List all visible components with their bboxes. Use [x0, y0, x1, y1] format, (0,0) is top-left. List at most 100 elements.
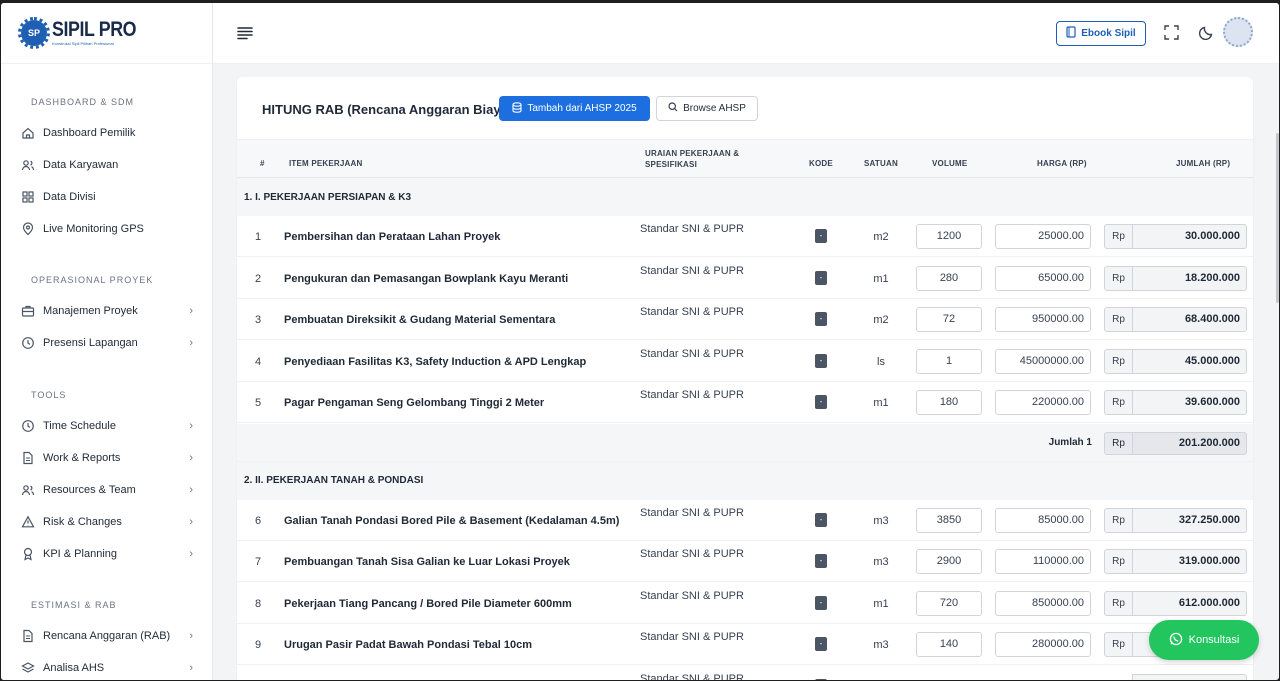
book-icon: [1066, 26, 1076, 41]
fullscreen-icon[interactable]: [1164, 25, 1179, 43]
table-row: 5 Pagar Pengaman Seng Gelombang Tinggi 2 …: [237, 382, 1253, 423]
volume-input[interactable]: 280: [916, 265, 982, 291]
currency-prefix: Rp: [1104, 390, 1132, 415]
page-scrollbar[interactable]: [1276, 133, 1279, 303]
sidebar-item-presensi-lapangan[interactable]: Presensi Lapangan ›: [21, 332, 193, 354]
col-uraian-line2: SPESIFIKASI: [645, 160, 697, 169]
item-spec: Standar SNI & PUPR: [640, 672, 744, 681]
sidebar-item-risk-changes[interactable]: Risk & Changes ›: [21, 511, 193, 533]
harga-input[interactable]: 850000.00: [995, 590, 1091, 616]
kode-badge[interactable]: -: [815, 312, 827, 326]
chevron-right-icon: ›: [189, 420, 193, 432]
sidebar-item-label: Time Schedule: [43, 420, 116, 432]
currency-prefix: Rp: [1104, 224, 1132, 249]
menu-toggle-icon[interactable]: [237, 26, 253, 43]
col-uraian-line1: URAIAN PEKERJAAN &: [645, 149, 740, 158]
volume-input[interactable]: 180: [916, 390, 982, 415]
harga-input[interactable]: 65000.00: [995, 265, 1091, 291]
users-icon: [21, 158, 35, 172]
nav-section-title: TOOLS: [31, 390, 67, 400]
sidebar-item-data-divisi[interactable]: Data Divisi: [21, 186, 193, 208]
browse-ahsp-button[interactable]: Browse AHSP: [656, 96, 758, 121]
brand-tagline: Konstruksi Sipil Pilihan Profesional: [52, 41, 114, 46]
volume-input[interactable]: 2900: [916, 549, 982, 574]
home-icon: [21, 126, 35, 140]
dark-mode-icon[interactable]: [1198, 25, 1214, 43]
kode-badge[interactable]: -: [815, 512, 827, 527]
volume-input[interactable]: 3850: [916, 507, 982, 533]
ebook-button[interactable]: Ebook Sipil: [1056, 21, 1146, 46]
chevron-right-icon: ›: [189, 452, 193, 464]
sidebar-item-label: Live Monitoring GPS: [43, 223, 144, 235]
group-header: 2. II. PEKERJAAN TANAH & PONDASI: [237, 461, 1253, 500]
currency-prefix: Rp: [1104, 265, 1132, 291]
item-name: Pengukuran dan Pemasangan Bowplank Kayu …: [284, 272, 569, 285]
sidebar-item-dashboard-pemilik[interactable]: Dashboard Pemilik: [21, 122, 193, 144]
volume-input[interactable]: 720: [916, 590, 982, 616]
sidebar-item-kpi-planning[interactable]: KPI & Planning ›: [21, 543, 193, 565]
sidebar-item-work-reports[interactable]: Work & Reports ›: [21, 447, 193, 469]
sidebar-item-analisa-ahs[interactable]: Analisa AHS ›: [21, 657, 193, 679]
currency-prefix: Rp: [1104, 549, 1132, 574]
kode-badge[interactable]: -: [815, 353, 827, 368]
chevron-right-icon: ›: [189, 516, 193, 528]
ebook-label: Ebook Sipil: [1081, 28, 1136, 39]
kode-badge[interactable]: -: [815, 554, 827, 568]
chevron-right-icon: ›: [189, 305, 193, 317]
add-from-ahsp-button[interactable]: Tambah dari AHSP 2025: [499, 96, 650, 121]
browse-ahsp-label: Browse AHSP: [683, 103, 746, 114]
satuan: m1: [873, 272, 889, 285]
chevron-right-icon: ›: [189, 662, 193, 674]
currency-prefix: Rp: [1104, 431, 1132, 455]
briefcase-icon: [21, 304, 35, 318]
table-header: # ITEM PEKERJAAN URAIAN PEKERJAAN & SPES…: [237, 140, 1253, 178]
konsultasi-button[interactable]: Konsultasi: [1149, 620, 1259, 660]
harga-input[interactable]: 45000000.00: [995, 348, 1091, 374]
kode-badge[interactable]: -: [815, 595, 827, 610]
table-row: 6 Galian Tanah Pondasi Bored Pile & Basem…: [237, 499, 1253, 541]
sidebar-item-label: Data Karyawan: [43, 159, 119, 171]
sidebar-item-manajemen-proyek[interactable]: Manajemen Proyek ›: [21, 300, 193, 322]
harga-input[interactable]: 85000.00: [995, 507, 1091, 533]
table-row: Standar SNI & PUPR -: [237, 665, 1253, 681]
harga-input[interactable]: 950000.00: [995, 307, 1091, 332]
satuan: m2: [873, 314, 889, 326]
sidebar-item-label: Risk & Changes: [43, 516, 122, 528]
harga-input[interactable]: 280000.00: [995, 632, 1091, 657]
sidebar-item-label: Data Divisi: [43, 191, 96, 203]
kode-badge[interactable]: -: [815, 637, 827, 651]
card-header: HITUNG RAB (Rencana Anggaran Biaya) Tamb…: [237, 77, 1253, 140]
file-icon: [21, 629, 35, 643]
app-window: SP SIPIL PRO Konstruksi Sipil Pilihan Pr…: [1, 3, 1279, 680]
harga-input[interactable]: 220000.00: [995, 390, 1091, 415]
harga-input[interactable]: 25000.00: [995, 224, 1091, 249]
kode-badge[interactable]: -: [815, 678, 827, 680]
harga-input[interactable]: 110000.00: [995, 549, 1091, 574]
brand-logo[interactable]: SP SIPIL PRO Konstruksi Sipil Pilihan Pr…: [1, 3, 212, 64]
table-row: 3 Pembuatan Direksikit & Gudang Material …: [237, 299, 1253, 340]
grid-icon: [21, 190, 35, 204]
award-icon: [21, 547, 35, 561]
row-number: 6: [255, 514, 262, 527]
volume-input[interactable]: 1200: [916, 224, 982, 249]
file-icon: [21, 451, 35, 465]
sidebar-item-live-monitoring-gps[interactable]: Live Monitoring GPS: [21, 218, 193, 240]
subtotal-value: 201.200.000: [1132, 431, 1247, 455]
satuan: m1: [873, 597, 889, 610]
database-icon: [512, 101, 522, 116]
col-satuan: SATUAN: [864, 159, 898, 168]
user-avatar[interactable]: [1223, 17, 1253, 47]
kode-badge[interactable]: -: [815, 395, 827, 409]
sidebar: SP SIPIL PRO Konstruksi Sipil Pilihan Pr…: [1, 3, 213, 680]
jumlah-value: 68.400.000: [1132, 307, 1247, 332]
volume-input[interactable]: 72: [916, 307, 982, 332]
sidebar-item-resources-team[interactable]: Resources & Team ›: [21, 479, 193, 501]
kode-badge[interactable]: -: [815, 270, 827, 285]
volume-input[interactable]: 140: [916, 632, 982, 657]
volume-input[interactable]: 1: [916, 348, 982, 374]
sidebar-item-data-karyawan[interactable]: Data Karyawan: [21, 154, 193, 176]
sidebar-item-time-schedule[interactable]: Time Schedule ›: [21, 415, 193, 437]
kode-badge[interactable]: -: [815, 229, 827, 243]
item-spec: Standar SNI & PUPR: [640, 223, 744, 235]
sidebar-item-rencana-anggaran-rab[interactable]: Rencana Anggaran (RAB) ›: [21, 625, 193, 647]
